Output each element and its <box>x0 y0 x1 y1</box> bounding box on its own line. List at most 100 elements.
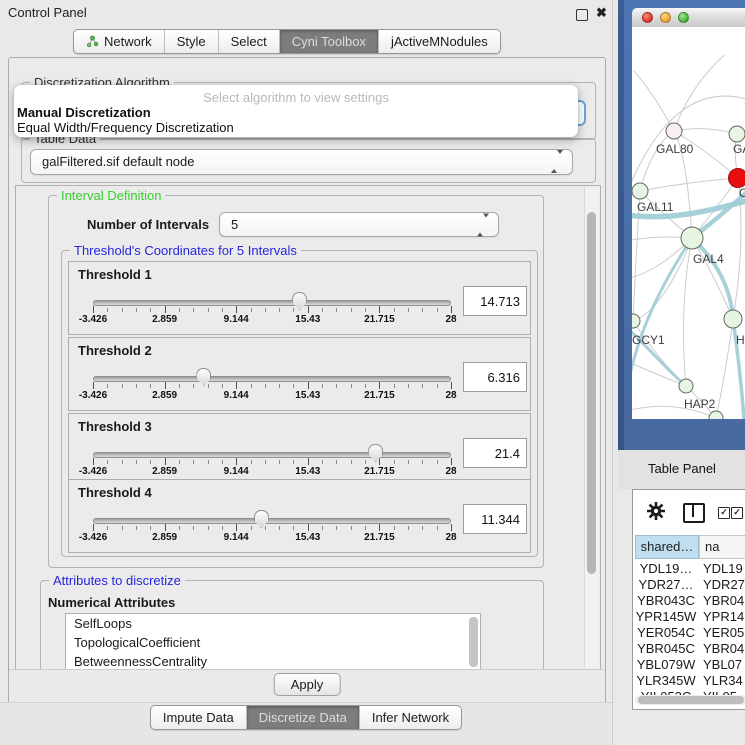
slider-tick <box>351 384 352 388</box>
threshold-4-value-input[interactable] <box>463 504 527 534</box>
checkbox-icon[interactable]: ✓ <box>731 507 743 519</box>
close-traffic-light-icon[interactable] <box>642 12 653 23</box>
slider-tick <box>437 384 438 388</box>
network-node[interactable] <box>632 183 648 199</box>
list-item[interactable]: TopologicalCoefficient <box>66 633 480 652</box>
threshold-3-slider[interactable]: -3.4262.8599.14415.4321.71528 <box>93 450 451 480</box>
table-row[interactable]: YPR145W YPR14 <box>633 609 745 625</box>
table-row[interactable]: YBL079W YBL07 <box>633 657 745 673</box>
split-table-icon[interactable] <box>683 503 705 523</box>
slider-tick <box>422 526 423 530</box>
tab-discretize-data[interactable]: Discretize Data <box>246 706 359 729</box>
zoom-traffic-light-icon[interactable] <box>678 12 689 23</box>
table-cell[interactable]: YDR27 <box>703 577 745 593</box>
slider-tick <box>136 526 137 530</box>
close-icon[interactable]: ✖ <box>596 5 607 21</box>
threshold-1-slider[interactable]: -3.4262.8599.14415.4321.71528 <box>93 298 451 328</box>
network-node[interactable] <box>679 379 693 393</box>
network-canvas[interactable]: GAL80GALCGAL11GAL4GCY1HHAP2 <box>632 27 745 419</box>
slider-tick <box>193 460 194 464</box>
table-row[interactable]: YLR345W YLR34 <box>633 673 745 689</box>
table-cell[interactable]: YBL07 <box>703 657 742 673</box>
table-cell[interactable]: YER05 <box>703 625 744 641</box>
network-window-titlebar[interactable] <box>632 8 745 28</box>
slider-tick <box>236 458 237 465</box>
tab-jactivemnodules[interactable]: jActiveMNodules <box>378 30 500 53</box>
list-item[interactable]: SelfLoops <box>66 614 480 633</box>
table-cell[interactable]: YBR04 <box>703 641 744 657</box>
table-data-combobox[interactable]: galFiltered.sif default node <box>30 149 573 175</box>
network-node[interactable] <box>724 310 742 328</box>
table-cell[interactable]: YPR145W <box>635 609 697 625</box>
table-row[interactable]: YBR045C YBR04 <box>633 641 745 657</box>
slider-tick <box>408 526 409 530</box>
threshold-2-slider[interactable]: -3.4262.8599.14415.4321.71528 <box>93 374 451 404</box>
slider-tick <box>251 308 252 312</box>
slider-tick <box>451 524 452 531</box>
table-cell[interactable]: YLR34 <box>703 673 743 689</box>
table-cell[interactable]: YLR345W <box>635 673 697 689</box>
slider-tick <box>451 458 452 465</box>
table-cell[interactable]: YER054C <box>635 625 697 641</box>
table-cell[interactable]: YDR27… <box>635 577 697 593</box>
table-panel-title: Table Panel <box>648 461 716 476</box>
vertical-scrollbar[interactable] <box>584 187 599 668</box>
network-edge <box>640 131 674 191</box>
table-row[interactable]: YDL19… YDL19 <box>633 561 745 577</box>
table-row[interactable]: YBR043C YBR04 <box>633 593 745 609</box>
scrollbar-thumb[interactable] <box>638 696 744 704</box>
tab-label: jActiveMNodules <box>391 30 488 53</box>
network-node[interactable] <box>681 227 703 249</box>
slider-tick-label: 15.43 <box>295 466 320 477</box>
slider-tick <box>379 524 380 531</box>
column-header-shared-name[interactable]: shared… <box>635 535 699 559</box>
threshold-3-value-input[interactable] <box>463 438 527 468</box>
table-cell[interactable]: YDL19… <box>635 561 697 577</box>
scrollbar-thumb[interactable] <box>587 212 596 574</box>
threshold-4-slider[interactable]: -3.4262.8599.14415.4321.71528 <box>93 516 451 546</box>
tab-cyni-toolbox[interactable]: Cyni Toolbox <box>279 30 378 53</box>
network-node[interactable] <box>729 126 745 142</box>
cyni-mode-tabbar: Impute Data Discretize Data Infer Networ… <box>150 705 462 730</box>
interval-definition-group: Interval Definition Number of Intervals … <box>48 195 544 568</box>
slider-tick <box>93 458 94 465</box>
table-cell[interactable]: YBL079W <box>635 657 697 673</box>
threshold-2-value-input[interactable] <box>463 362 527 392</box>
dropdown-item-manual-discretization[interactable]: Manual Discretization <box>17 105 575 120</box>
tab-network[interactable]: Network <box>74 30 164 53</box>
apply-button[interactable]: Apply <box>274 673 341 696</box>
network-node[interactable] <box>666 123 682 139</box>
network-node[interactable] <box>729 169 745 188</box>
network-node[interactable] <box>632 314 640 328</box>
numerical-attributes-list[interactable]: SelfLoopsTopologicalCoefficientBetweenne… <box>65 613 481 671</box>
table-row[interactable]: YDR27… YDR27 <box>633 577 745 593</box>
number-of-intervals-combobox[interactable]: 5 <box>219 212 499 237</box>
slider-tick <box>122 460 123 464</box>
slider-tick-label: 15.43 <box>295 314 320 325</box>
tab-impute-data[interactable]: Impute Data <box>151 706 246 729</box>
tab-label: Cyni Toolbox <box>292 30 366 53</box>
table-row[interactable]: YER054C YER05 <box>633 625 745 641</box>
list-scrollbar[interactable] <box>469 617 478 667</box>
tab-select[interactable]: Select <box>218 30 279 53</box>
checkbox-icon[interactable]: ✓ <box>718 507 730 519</box>
tab-infer-network[interactable]: Infer Network <box>359 706 461 729</box>
table-cell[interactable]: YBR04 <box>703 593 744 609</box>
table-cell[interactable]: YBR045C <box>635 641 697 657</box>
table-cell[interactable]: YBR043C <box>635 593 697 609</box>
minimize-traffic-light-icon[interactable] <box>660 12 671 23</box>
dropdown-item-equal-width-frequency[interactable]: Equal Width/Frequency Discretization <box>17 120 575 135</box>
slider-tick-label: -3.426 <box>79 390 107 401</box>
slider-tick-label: 9.144 <box>224 532 249 543</box>
slider-tick <box>208 384 209 388</box>
float-window-icon[interactable] <box>576 9 588 21</box>
threshold-1-value-input[interactable] <box>463 286 527 316</box>
network-edge <box>716 319 733 418</box>
column-header-name[interactable]: na <box>699 535 745 559</box>
table-cell[interactable]: YDL19 <box>703 561 743 577</box>
gear-icon[interactable] <box>645 500 667 522</box>
tab-style[interactable]: Style <box>164 30 218 53</box>
table-cell[interactable]: YPR14 <box>703 609 744 625</box>
horizontal-scrollbar[interactable] <box>635 695 745 705</box>
node-label: GCY1 <box>632 333 665 347</box>
